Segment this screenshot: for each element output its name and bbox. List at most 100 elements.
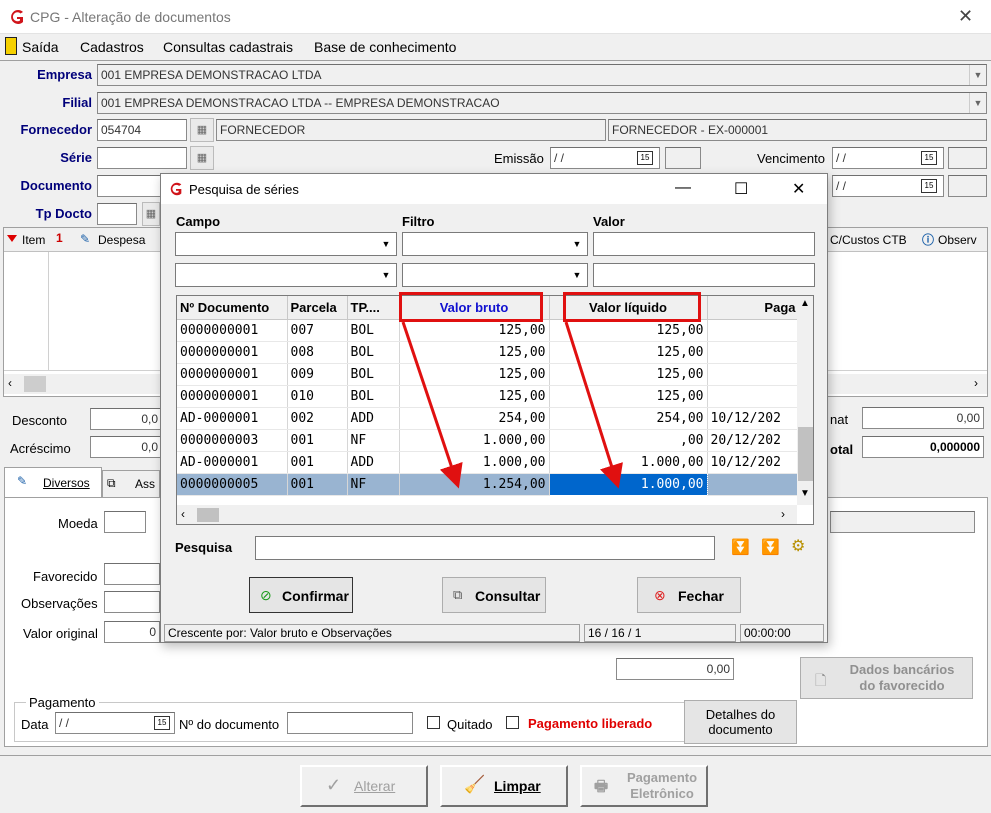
- calendar-icon[interactable]: 15: [154, 716, 170, 730]
- next-down-icon[interactable]: ⏬: [731, 538, 750, 556]
- pesquisa-series-dialog: Pesquisa de séries — ☐ ✕ Campo Filtro Va…: [160, 173, 828, 643]
- fechar-button[interactable]: ⊗ Fechar: [637, 577, 741, 613]
- close-icon[interactable]: ✕: [958, 6, 973, 27]
- moeda-label: Moeda: [58, 516, 98, 531]
- acrescimo-value: 0,0: [141, 440, 158, 454]
- check-icon: ✓: [326, 775, 342, 795]
- desconto-input[interactable]: 0,0: [90, 408, 162, 430]
- info-icon: ⓘ: [922, 233, 935, 247]
- empresa-label: Empresa: [37, 67, 92, 82]
- gear-icon[interactable]: ⚙: [791, 536, 805, 556]
- confirmar-button[interactable]: ⊘ Confirmar: [249, 577, 353, 613]
- menu-base-conhecimento[interactable]: Base de conhecimento: [314, 39, 456, 55]
- vencimento-extra-field: [948, 147, 987, 169]
- window-title: CPG - Alteração de documentos: [30, 9, 231, 25]
- menu-bar: Saída Cadastros Consultas cadastrais Bas…: [0, 34, 991, 60]
- chevron-left-icon[interactable]: ‹: [8, 376, 12, 390]
- chevron-down-icon[interactable]: ▼: [969, 93, 986, 113]
- valor-field: 0,00: [616, 658, 734, 680]
- empresa-select[interactable]: 001 EMPRESA DEMONSTRACAO LTDA ▼: [97, 64, 987, 86]
- emissao-label: Emissão: [494, 151, 544, 166]
- calendar-icon[interactable]: 15: [637, 151, 653, 165]
- consultar-button[interactable]: ⧉ Consultar: [442, 577, 546, 613]
- acrescimo-label: Acréscimo: [10, 441, 71, 456]
- filial-value: 001 EMPRESA DEMONSTRACAO LTDA -- EMPRESA…: [101, 96, 500, 110]
- fornecedor-code-input[interactable]: 054704: [97, 119, 187, 141]
- valor-original-value: 0: [149, 625, 156, 639]
- tpdocto-label: Tp Docto: [35, 206, 92, 221]
- next-down-red-icon[interactable]: ⏬: [761, 538, 780, 556]
- total-label: otal: [830, 442, 854, 457]
- nat-value: 0,00: [956, 411, 980, 425]
- filial-select[interactable]: 001 EMPRESA DEMONSTRACAO LTDA -- EMPRESA…: [97, 92, 987, 114]
- pagamento-eletronico-label: Pagamento Eletrônico: [626, 770, 698, 801]
- grid-col-ccustos[interactable]: C/Custos CTB: [830, 233, 907, 247]
- data-label: Data: [21, 717, 49, 732]
- fornecedor-label: Fornecedor: [20, 122, 92, 137]
- fornecedor-name-field: FORNECEDOR: [216, 119, 606, 141]
- detalhes-documento-label: Detalhes do documento: [705, 707, 776, 737]
- documento-input[interactable]: [97, 175, 163, 197]
- limpar-button[interactable]: 🧹 Limpar: [440, 765, 568, 807]
- empresa-value: 001 EMPRESA DEMONSTRACAO LTDA: [101, 68, 322, 82]
- edit-icon: ✎: [17, 474, 28, 488]
- quitado-label: Quitado: [447, 717, 493, 732]
- status-time: 00:00:00: [740, 624, 824, 642]
- alterar-button[interactable]: ✓ Alterar: [300, 765, 428, 807]
- calendar-icon[interactable]: 15: [921, 179, 937, 193]
- window-icon: ⧉: [107, 476, 116, 490]
- doc-date-extra-field: [948, 175, 987, 197]
- sort-up-icon: 1: [56, 231, 63, 245]
- tab-ass-label: Ass: [135, 477, 156, 491]
- menu-consultas[interactable]: Consultas cadastrais: [163, 39, 293, 55]
- valor-field-value: 0,00: [706, 662, 730, 676]
- grid-col-despesa[interactable]: Despesa: [98, 233, 145, 247]
- valor-original-label: Valor original: [23, 626, 98, 641]
- calendar-icon[interactable]: 15: [921, 151, 937, 165]
- edit-icon: ✎: [80, 232, 91, 246]
- annotation-arrows: [401, 321, 623, 489]
- app-logo-icon: [11, 10, 23, 24]
- binoculars-icon[interactable]: ▦: [142, 202, 160, 226]
- menu-cadastros[interactable]: Cadastros: [80, 39, 144, 55]
- check-circle-icon: ⊘: [260, 587, 272, 603]
- ndoc-input[interactable]: [287, 712, 413, 734]
- serie-label: Série: [60, 150, 92, 165]
- serie-input[interactable]: [97, 147, 187, 169]
- documento-label: Documento: [20, 178, 93, 193]
- vencimento-label: Vencimento: [757, 151, 825, 166]
- search-doc-icon: ⧉: [453, 587, 463, 602]
- pagamento-eletronico-button[interactable]: 🖶 Pagamento Eletrônico: [580, 765, 708, 807]
- status-count: 16 / 16 / 1: [584, 624, 736, 642]
- desconto-value: 0,0: [141, 412, 158, 426]
- broom-icon: 🧹: [464, 775, 486, 794]
- tab-diversos[interactable]: ✎ Diversos: [4, 467, 102, 497]
- binoculars-icon[interactable]: ▦: [190, 118, 214, 142]
- grid-col-observ[interactable]: Observ: [938, 233, 977, 247]
- valor-original-input[interactable]: 0: [104, 621, 160, 643]
- tpdocto-input[interactable]: [97, 203, 137, 225]
- pesquisa-input[interactable]: [255, 536, 715, 560]
- dados-bancarios-button[interactable]: 🗋 Dados bancários do favorecido: [800, 657, 973, 699]
- tab-ass[interactable]: ⧉ Ass: [102, 470, 160, 497]
- grid-col-item[interactable]: Item: [22, 233, 45, 247]
- chevron-down-icon[interactable]: ▼: [969, 65, 986, 85]
- menu-saida[interactable]: Saída: [22, 39, 59, 55]
- printer-icon: 🖶: [594, 778, 609, 795]
- detalhes-documento-button[interactable]: Detalhes do documento: [684, 700, 797, 744]
- limpar-label: Limpar: [494, 778, 541, 794]
- window-title-bar: CPG - Alteração de documentos ✕: [0, 0, 991, 34]
- consultar-label: Consultar: [475, 588, 541, 604]
- pagamento-liberado-checkbox[interactable]: [506, 716, 519, 729]
- acrescimo-input[interactable]: 0,0: [90, 436, 162, 458]
- chevron-right-icon[interactable]: ›: [974, 376, 978, 390]
- emissao-extra-field: [665, 147, 701, 169]
- quitado-checkbox[interactable]: [427, 716, 440, 729]
- binoculars-icon[interactable]: ▦: [190, 146, 214, 170]
- observacoes-input[interactable]: [104, 591, 160, 613]
- moeda-input[interactable]: [104, 511, 146, 533]
- nat-field: 0,00: [862, 407, 984, 429]
- close-circle-icon: ⊗: [654, 587, 666, 603]
- favorecido-input[interactable]: [104, 563, 160, 585]
- fornecedor-desc-field: FORNECEDOR - EX-000001: [608, 119, 987, 141]
